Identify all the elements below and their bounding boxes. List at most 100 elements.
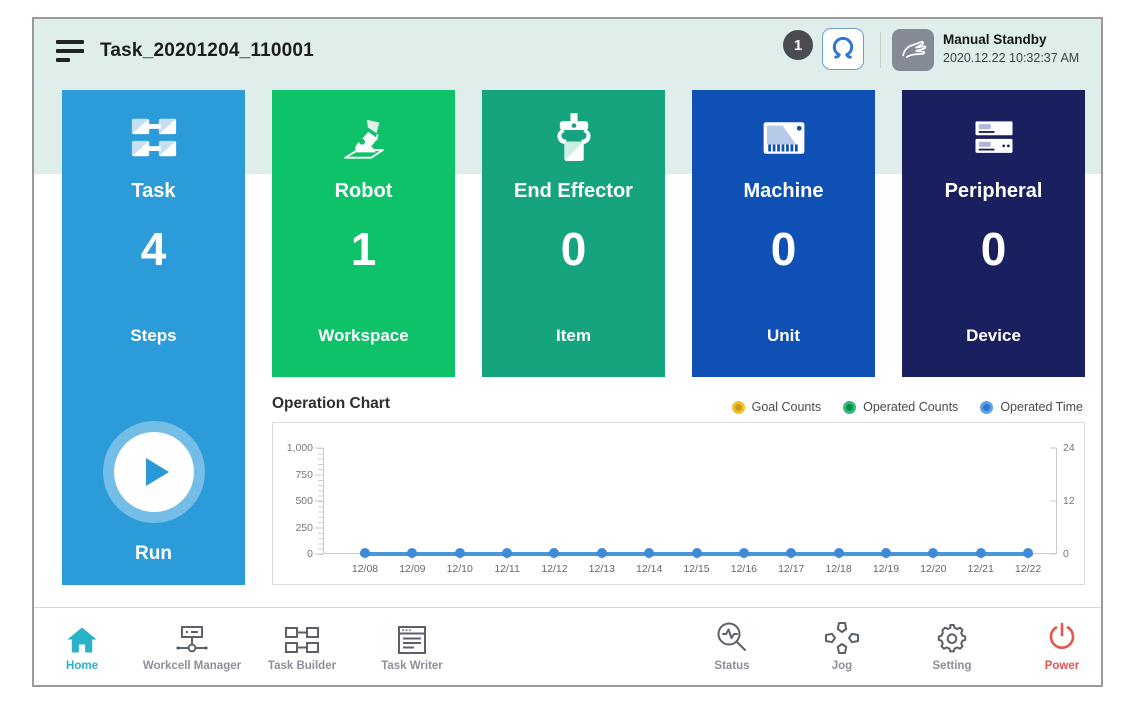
- nav-group-right: Status JogSettingPower: [677, 619, 1103, 672]
- x-axis-label: 12/17: [769, 563, 813, 575]
- topbar-divider: [880, 32, 881, 68]
- y-axis-tick-label: 750: [275, 469, 313, 481]
- chart-legend: Goal CountsOperated CountsOperated Time: [732, 400, 1083, 414]
- nav-item-status[interactable]: Status: [677, 619, 787, 672]
- chart-point: [644, 548, 654, 558]
- chart-point: [692, 548, 702, 558]
- nav-item-label: Task Writer: [381, 660, 443, 672]
- status-icon: [715, 619, 749, 655]
- y-axis-tick: [315, 501, 323, 502]
- x-axis-label: 12/16: [722, 563, 766, 575]
- legend-item-goal-counts: Goal Counts: [732, 400, 821, 414]
- robot-joint-button[interactable]: [822, 28, 864, 70]
- jog-icon: [824, 619, 860, 655]
- y-axis-left: [323, 448, 324, 554]
- chart-point: [834, 548, 844, 558]
- x-axis-label: 12/22: [1006, 563, 1050, 575]
- nav-item-label: Task Builder: [268, 660, 336, 672]
- x-axis-label: 12/15: [675, 563, 719, 575]
- card-value: 1: [272, 222, 455, 276]
- card-end-effector[interactable]: End Effector 0 Item: [482, 90, 665, 377]
- card-unit: Workspace: [272, 326, 455, 346]
- setting-icon: [935, 619, 969, 655]
- robot-joint-icon: [828, 33, 858, 66]
- chart-point: [407, 548, 417, 558]
- card-unit: Steps: [62, 326, 245, 346]
- chart-title: Operation Chart: [272, 395, 390, 413]
- card-title: Machine: [692, 180, 875, 203]
- card-title: Task: [62, 180, 245, 203]
- notification-badge: 1: [783, 30, 813, 60]
- play-icon: [146, 458, 169, 486]
- nav-item-label: Workcell Manager: [143, 660, 241, 672]
- card-robot[interactable]: Robot1Workspace: [272, 90, 455, 377]
- peripheral-icon: [902, 110, 1085, 166]
- hamburger-menu-icon[interactable]: [56, 40, 86, 66]
- y-axis-tick: [315, 554, 323, 555]
- nav-group-left: Home Workcell Manager Task Builder Task Wri…: [32, 619, 467, 672]
- x-axis-label: 12/13: [580, 563, 624, 575]
- dashboard-frame: Task_20201204_110001 1 Manual Standby 20…: [32, 17, 1103, 687]
- run-button[interactable]: [103, 421, 205, 523]
- nav-item-task-builder[interactable]: Task Builder: [247, 619, 357, 672]
- x-axis-label: 12/10: [438, 563, 482, 575]
- chart-point: [455, 548, 465, 558]
- card-value: 0: [482, 222, 665, 276]
- chart-point: [928, 548, 938, 558]
- legend-item-operated-counts: Operated Counts: [843, 400, 958, 414]
- power-icon: [1045, 619, 1079, 655]
- y-axis-tick: [315, 527, 323, 528]
- y-axis-tick-label: 0: [275, 548, 313, 560]
- card-machine[interactable]: Machine0Unit: [692, 90, 875, 377]
- manual-mode-button[interactable]: [892, 29, 934, 71]
- manual-hand-icon: [899, 34, 927, 67]
- nav-item-home[interactable]: Home: [32, 619, 137, 672]
- end-effector-icon: [482, 110, 665, 166]
- legend-label: Operated Counts: [863, 400, 958, 414]
- nav-item-label: Home: [66, 660, 98, 672]
- right-axis-tick: [1050, 501, 1056, 502]
- chart-point: [881, 548, 891, 558]
- right-axis-tick: [1050, 448, 1056, 449]
- status-timestamp: 2020.12.22 10:32:37 AM: [943, 51, 1079, 65]
- chart-point: [360, 548, 370, 558]
- legend-marker: [732, 401, 745, 414]
- chart-point: [976, 548, 986, 558]
- operation-chart: 02505007501,0000122412/0812/0912/1012/11…: [272, 422, 1085, 585]
- card-unit: Item: [482, 326, 665, 346]
- page-title: Task_20201204_110001: [100, 40, 314, 62]
- y-axis-tick-label: 250: [275, 522, 313, 534]
- y-axis-tick-label: 500: [275, 495, 313, 507]
- chart-point: [549, 548, 559, 558]
- legend-marker: [843, 401, 856, 414]
- right-axis-tick-label: 0: [1063, 548, 1069, 560]
- x-axis-label: 12/09: [390, 563, 434, 575]
- y-axis-tick: [315, 448, 323, 449]
- robot-mode-label: Manual Standby: [943, 32, 1047, 47]
- right-axis-tick: [1050, 554, 1056, 555]
- chart-point: [502, 548, 512, 558]
- nav-item-jog[interactable]: Jog: [787, 619, 897, 672]
- y-axis-tick: [315, 474, 323, 475]
- card-title: End Effector: [482, 180, 665, 203]
- y-axis-tick-label: 1,000: [275, 442, 313, 454]
- x-axis-label: 12/18: [817, 563, 861, 575]
- card-task[interactable]: Task 4 Steps Run: [62, 90, 245, 585]
- nav-item-workcell-manager[interactable]: Workcell Manager: [137, 619, 247, 672]
- card-peripheral[interactable]: Peripheral0Device: [902, 90, 1085, 377]
- x-axis-label: 12/20: [911, 563, 955, 575]
- nav-item-task-writer[interactable]: Task Writer: [357, 619, 467, 672]
- task-icon: [62, 110, 245, 166]
- card-value: 4: [62, 222, 245, 276]
- run-label: Run: [62, 543, 245, 565]
- x-axis-label: 12/11: [485, 563, 529, 575]
- nav-item-setting[interactable]: Setting: [897, 619, 1007, 672]
- chart-point: [739, 548, 749, 558]
- legend-label: Goal Counts: [752, 400, 821, 414]
- card-value: 0: [902, 222, 1085, 276]
- x-axis-label: 12/08: [343, 563, 387, 575]
- home-icon: [66, 619, 98, 655]
- nav-item-label: Status: [714, 660, 749, 672]
- nav-item-power[interactable]: Power: [1007, 619, 1103, 672]
- robot-dashboard-screen: Task_20201204_110001 1 Manual Standby 20…: [0, 0, 1134, 708]
